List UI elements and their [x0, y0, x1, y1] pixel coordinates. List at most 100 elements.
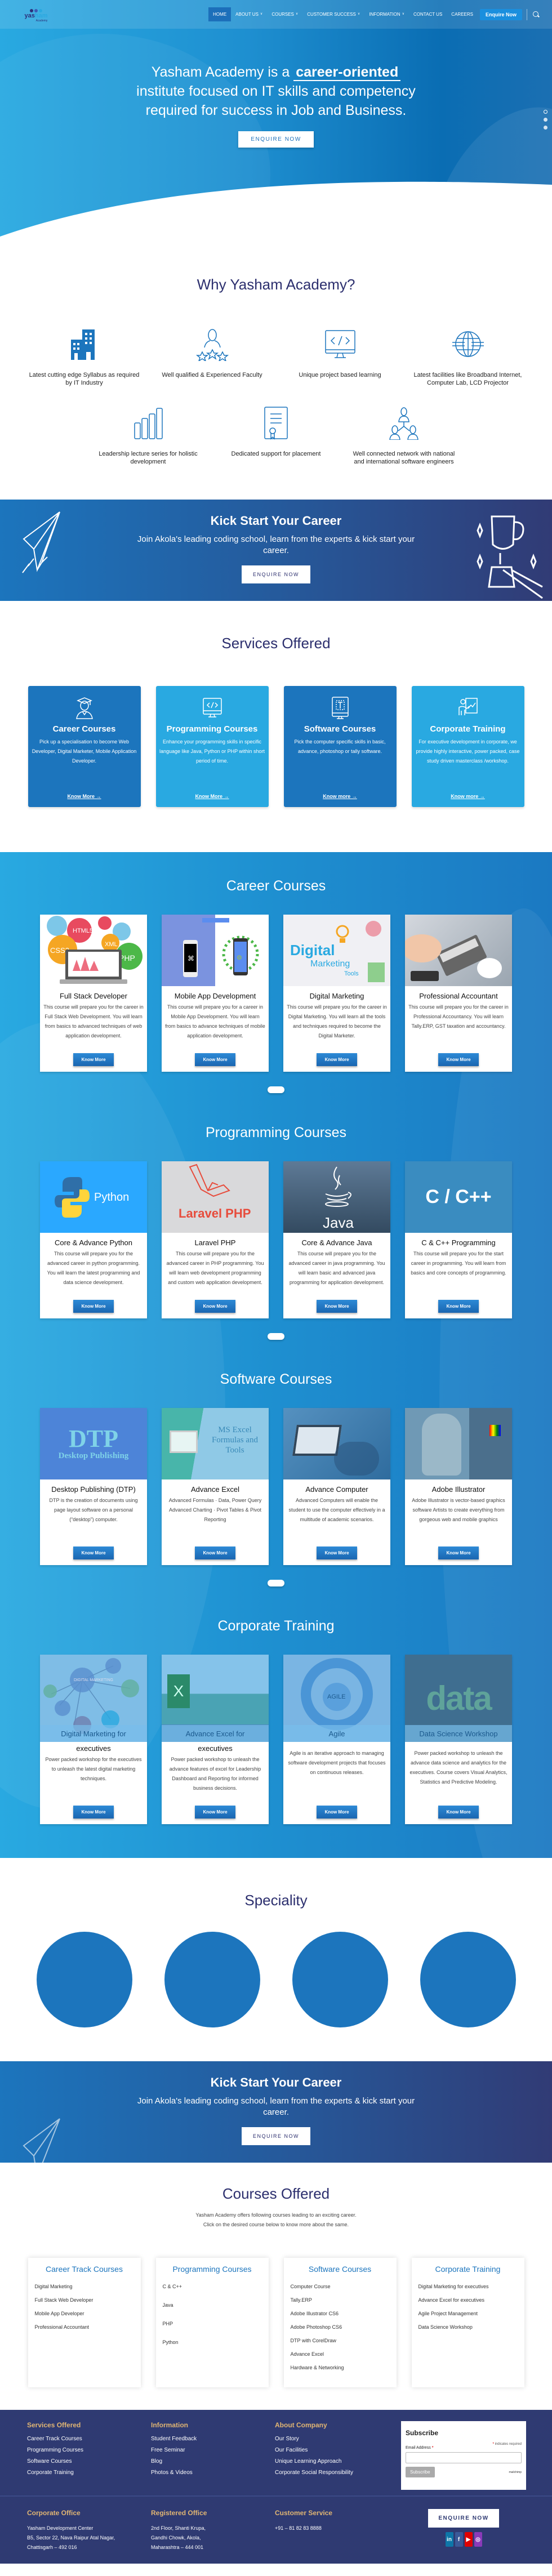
subscribe-button[interactable]: Subscribe — [406, 2467, 435, 2477]
software-courses-title: Software Courses — [220, 1371, 332, 1387]
logo[interactable]: yasham Academy — [19, 3, 53, 26]
know-more-button[interactable]: Know More — [317, 1547, 357, 1559]
carousel-pager[interactable] — [268, 1580, 284, 1586]
course-link[interactable]: Data Science Workshop — [419, 2324, 518, 2330]
nav-about-us[interactable]: ABOUT US ∨ — [231, 7, 267, 21]
youtube-icon[interactable]: ▶ — [464, 2532, 473, 2547]
know-more-link[interactable]: Know More → — [195, 794, 229, 799]
course-link[interactable]: Tally.ERP — [291, 2297, 390, 2303]
course-link[interactable]: Agile Project Management — [419, 2311, 518, 2316]
footer-link[interactable]: Photos & Videos — [151, 2470, 275, 2476]
know-more-button[interactable]: Know More — [317, 1300, 357, 1313]
nav-careers[interactable]: CAREERS — [447, 7, 478, 21]
carousel-pager[interactable] — [268, 1333, 284, 1340]
carousel-pager[interactable] — [268, 1086, 284, 1093]
instagram-icon[interactable]: ◎ — [474, 2532, 482, 2547]
slider-dot[interactable] — [544, 118, 547, 122]
footer-link[interactable]: Blog — [151, 2458, 275, 2464]
footer-link[interactable]: Corporate Social Responsibility — [275, 2470, 399, 2476]
know-more-button[interactable]: Know More — [73, 1547, 114, 1559]
course-link[interactable]: Python — [163, 2339, 262, 2345]
course-link[interactable]: Digital Marketing — [35, 2284, 134, 2289]
hero-title-pre: Yasham Academy is a — [151, 64, 294, 80]
speciality-circle[interactable] — [164, 1932, 260, 2027]
address-line: Maharashtra – 444 001 — [151, 2544, 204, 2550]
course-link[interactable]: Computer Course — [291, 2284, 390, 2289]
email-field[interactable] — [406, 2452, 522, 2463]
footer-link[interactable]: Corporate Training — [27, 2470, 151, 2476]
courses-offered-card-title[interactable]: Corporate Training — [419, 2265, 518, 2274]
know-more-button[interactable]: Know More — [317, 1806, 357, 1819]
course-link[interactable]: Hardware & Networking — [291, 2365, 390, 2370]
know-more-link[interactable]: Know more → — [323, 794, 357, 799]
course-link[interactable]: Mobile App Developer — [35, 2311, 134, 2316]
course-link[interactable]: Digital Marketing for executives — [419, 2284, 518, 2289]
course-name: Digital Marketing — [309, 992, 364, 1000]
facebook-icon[interactable]: f — [455, 2532, 463, 2547]
course-link[interactable]: Advance Excel for executives — [419, 2297, 518, 2303]
nav-customer-success[interactable]: CUSTOMER SUCCESS ∨ — [302, 7, 364, 21]
footer-link[interactable]: Programming Courses — [27, 2447, 151, 2453]
know-more-link[interactable]: Know more → — [451, 794, 485, 799]
know-more-button[interactable]: Know More — [438, 1806, 479, 1819]
nav-contact-us[interactable]: CONTACT US — [409, 7, 447, 21]
nav-information[interactable]: INFORMATION ∨ — [364, 7, 409, 21]
know-more-button[interactable]: Know More — [195, 1547, 235, 1559]
course-link[interactable]: Adobe Illustrator CS6 — [291, 2311, 390, 2316]
chevron-down-icon: ∨ — [402, 12, 405, 16]
courses-offered-card-title[interactable]: Software Courses — [291, 2265, 390, 2274]
know-more-link[interactable]: Know More → — [68, 794, 101, 799]
footer-link[interactable]: Unique Learning Approach — [275, 2458, 399, 2464]
footer-office: Customer Service +91 – 81 82 83 8888 — [275, 2509, 399, 2552]
speciality-circle[interactable] — [36, 1932, 132, 2027]
speciality-circle[interactable] — [420, 1932, 516, 2027]
course-link[interactable]: Full Stack Web Developer — [35, 2297, 134, 2303]
slider-dot[interactable] — [544, 110, 547, 114]
know-more-button[interactable]: Know More — [73, 1806, 114, 1819]
mailchimp-badge[interactable]: mailchimp — [509, 2471, 522, 2474]
course-link[interactable]: Advance Excel — [291, 2351, 390, 2357]
course-link[interactable]: Java — [163, 2302, 262, 2308]
enquire-now-button[interactable]: Enquire Now — [479, 8, 522, 20]
course-card: Digital Marketing Tools Digital Marketing Th… — [283, 915, 390, 1072]
know-more-button[interactable]: Know More — [438, 1547, 479, 1559]
speciality-circle[interactable] — [292, 1932, 388, 2027]
footer-link[interactable]: Career Track Courses — [27, 2436, 151, 2442]
know-more-button[interactable]: Know More — [73, 1053, 114, 1066]
know-more-button[interactable]: Know More — [73, 1300, 114, 1313]
courses-offered-card-title[interactable]: Programming Courses — [163, 2265, 262, 2274]
know-more-button[interactable]: Know More — [195, 1806, 235, 1819]
laravel-logo: Laravel PHP — [179, 1164, 251, 1220]
address-line: Yasham Development Center — [27, 2525, 94, 2531]
footer-link[interactable]: Our Facilities — [275, 2447, 399, 2453]
know-more-button[interactable]: Know More — [195, 1053, 235, 1066]
course-link[interactable]: C & C++ — [163, 2284, 262, 2289]
nav-home[interactable]: HOME — [208, 7, 232, 21]
slider-dot[interactable] — [544, 126, 547, 130]
know-more-button[interactable]: Know More — [195, 1300, 235, 1313]
linkedin-icon[interactable]: in — [445, 2532, 453, 2547]
know-more-button[interactable]: Know More — [317, 1053, 357, 1066]
course-link[interactable]: Professional Accountant — [35, 2324, 134, 2330]
course-link[interactable]: Adobe Photoshop CS6 — [291, 2324, 390, 2330]
courses-offered-card: Software Courses Computer Course Tally.ERP… — [283, 2258, 397, 2387]
courses-offered-card: Programming Courses C & C++ Java PHP Python — [155, 2258, 269, 2387]
footer-enquire-button[interactable]: ENQUIRE NOW — [428, 2509, 499, 2528]
chevron-down-icon: ∨ — [357, 12, 360, 16]
search-icon[interactable] — [532, 10, 541, 19]
know-more-button[interactable]: Know More — [438, 1053, 479, 1066]
hero-enquire-button[interactable]: ENQUIRE NOW — [238, 131, 314, 148]
footer-bottom: Corporate Office Yasham Development Cente… — [0, 2497, 552, 2564]
courses-offered-card-title[interactable]: Career Track Courses — [35, 2265, 134, 2274]
kickstart-enquire-button[interactable]: ENQUIRE NOW — [241, 2127, 310, 2145]
course-link[interactable]: DTP with CorelDraw — [291, 2338, 390, 2343]
course-link[interactable]: PHP — [163, 2321, 262, 2327]
know-more-button[interactable]: Know More — [438, 1300, 479, 1313]
subscribe-title: Subscribe — [406, 2429, 439, 2437]
kickstart-enquire-button[interactable]: ENQUIRE NOW — [241, 565, 310, 583]
footer-link[interactable]: Student Feedback — [151, 2436, 275, 2442]
footer-link[interactable]: Our Story — [275, 2436, 399, 2442]
footer-link[interactable]: Software Courses — [27, 2458, 151, 2464]
nav-courses[interactable]: COURSES ∨ — [267, 7, 302, 21]
footer-link[interactable]: Free Seminar — [151, 2447, 275, 2453]
